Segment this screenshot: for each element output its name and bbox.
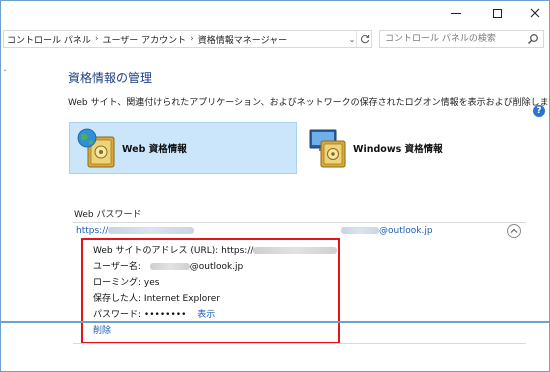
refresh-icon bbox=[360, 35, 369, 44]
detail-url-label: Web サイトのアドレス (URL): bbox=[93, 246, 219, 256]
maximize-button[interactable] bbox=[483, 4, 511, 22]
breadcrumb-user-accounts[interactable]: ユーザー アカウント bbox=[102, 33, 186, 46]
web-credentials-label: Web 資格情報 bbox=[122, 144, 187, 155]
title-bar bbox=[1, 1, 549, 27]
window-bottom-border bbox=[1, 321, 549, 323]
search-box[interactable] bbox=[379, 30, 544, 48]
detail-username-label: ユーザー名: bbox=[93, 262, 141, 272]
refresh-button[interactable] bbox=[356, 31, 371, 47]
minimize-button[interactable] bbox=[442, 4, 470, 22]
redacted-username bbox=[149, 263, 190, 270]
chevron-up-icon bbox=[510, 228, 518, 233]
page-title: 資格情報の管理 bbox=[68, 71, 153, 85]
credential-username: @outlook.jp bbox=[341, 226, 433, 236]
detail-roaming-row: ローミング: yes bbox=[93, 275, 159, 288]
breadcrumb-control-panel[interactable]: コントロール パネル bbox=[7, 33, 91, 46]
detail-saved-by-row: 保存した人: Internet Explorer bbox=[93, 291, 220, 304]
windows-credentials-icon bbox=[309, 129, 346, 168]
windows-credentials-label: Windows 資格情報 bbox=[353, 144, 443, 155]
search-icon[interactable] bbox=[527, 33, 539, 45]
show-password-link[interactable]: 表示 bbox=[197, 310, 215, 320]
detail-password-mask: •••••••• bbox=[143, 310, 187, 320]
detail-saved-by-value: Internet Explorer bbox=[143, 294, 220, 304]
redacted-url bbox=[253, 247, 338, 254]
left-pane-marker: ˆ bbox=[3, 69, 7, 78]
breadcrumb-separator[interactable]: › bbox=[95, 34, 99, 44]
detail-password-label: パスワード: bbox=[93, 310, 142, 320]
search-input[interactable] bbox=[380, 31, 520, 47]
main-content: ? 資格情報の管理 Web サイト、関連付けられたアプリケーション、およびネット… bbox=[1, 51, 550, 372]
address-row: コントロール パネル › ユーザー アカウント › 資格情報マネージャー ⌄ bbox=[1, 27, 549, 51]
credential-url-prefix: https:// bbox=[76, 226, 109, 236]
credential-url[interactable]: https:// bbox=[76, 226, 195, 236]
web-credentials-tile[interactable]: Web 資格情報 bbox=[69, 122, 297, 174]
breadcrumb-separator[interactable]: › bbox=[190, 34, 194, 44]
detail-password-row: パスワード: •••••••• 表示 bbox=[93, 307, 215, 320]
detail-url-row: Web サイトのアドレス (URL): https:// bbox=[93, 243, 338, 256]
redacted-username bbox=[341, 227, 379, 234]
web-passwords-heading: Web パスワード bbox=[74, 210, 142, 220]
detail-saved-by-label: 保存した人: bbox=[93, 294, 142, 304]
detail-roaming-value: yes bbox=[143, 278, 160, 288]
page-description: Web サイト、関連付けられたアプリケーション、およびネットワークの保存されたロ… bbox=[68, 98, 550, 108]
windows-credentials-tile[interactable]: Windows 資格情報 bbox=[301, 122, 529, 174]
address-bar[interactable]: コントロール パネル › ユーザー アカウント › 資格情報マネージャー ⌄ bbox=[3, 30, 372, 48]
minimize-icon bbox=[451, 12, 461, 14]
detail-roaming-label: ローミング: bbox=[93, 278, 142, 288]
close-icon bbox=[530, 8, 540, 18]
maximize-icon bbox=[492, 8, 502, 18]
credential-manager-window: コントロール パネル › ユーザー アカウント › 資格情報マネージャー ⌄ ?… bbox=[0, 0, 550, 372]
section-divider-bottom bbox=[73, 343, 526, 344]
detail-url-value-prefix: https:// bbox=[221, 246, 254, 256]
close-button[interactable] bbox=[521, 4, 549, 22]
collapse-button[interactable] bbox=[507, 224, 521, 238]
detail-username-suffix: @outlook.jp bbox=[189, 262, 244, 272]
detail-delete-row: 削除 bbox=[93, 323, 111, 336]
delete-link[interactable]: 削除 bbox=[93, 326, 111, 336]
redacted-url bbox=[108, 227, 195, 234]
credential-username-suffix: @outlook.jp bbox=[379, 226, 433, 236]
credential-details-highlight: Web サイトのアドレス (URL): https:// ユーザー名: @out… bbox=[81, 238, 340, 344]
web-credentials-icon bbox=[77, 128, 115, 168]
breadcrumb-credential-manager[interactable]: 資格情報マネージャー bbox=[198, 33, 287, 46]
detail-username-row: ユーザー名: @outlook.jp bbox=[93, 259, 243, 272]
